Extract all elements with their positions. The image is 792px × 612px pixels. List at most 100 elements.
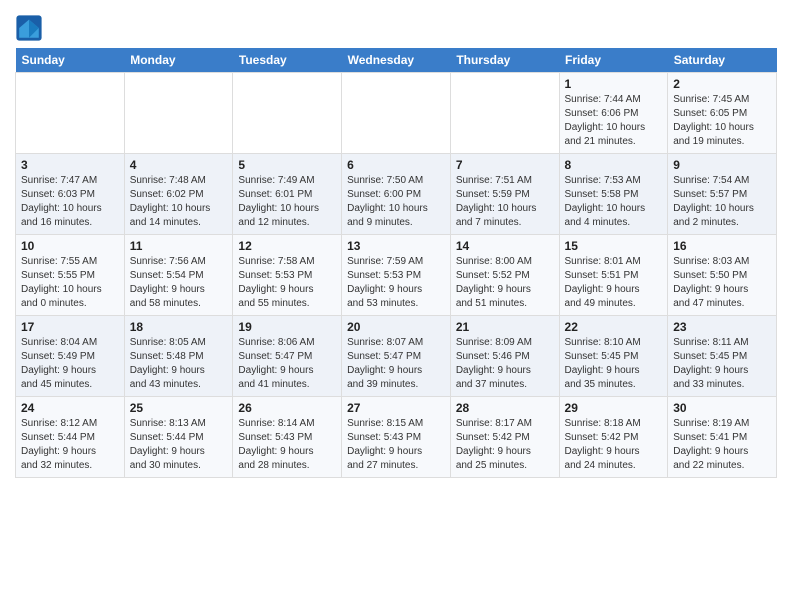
day-number: 17 [21, 320, 119, 334]
weekday-header-friday: Friday [559, 48, 668, 73]
day-number: 26 [238, 401, 336, 415]
day-info: Sunrise: 7:44 AM Sunset: 6:06 PM Dayligh… [565, 93, 663, 149]
calendar-cell: 29 Sunrise: 8:18 AM Sunset: 5:42 PM Dayli… [559, 397, 668, 478]
day-info: Sunrise: 7:59 AM Sunset: 5:53 PM Dayligh… [347, 255, 445, 311]
weekday-header-tuesday: Tuesday [233, 48, 342, 73]
calendar-cell: 14 Sunrise: 8:00 AM Sunset: 5:52 PM Dayli… [450, 235, 559, 316]
calendar-cell: 4 Sunrise: 7:48 AM Sunset: 6:02 PM Daylig… [124, 154, 233, 235]
calendar-cell: 16 Sunrise: 8:03 AM Sunset: 5:50 PM Dayli… [668, 235, 777, 316]
day-info: Sunrise: 8:07 AM Sunset: 5:47 PM Dayligh… [347, 336, 445, 392]
day-number: 10 [21, 239, 119, 253]
calendar-cell: 23 Sunrise: 8:11 AM Sunset: 5:45 PM Dayli… [668, 316, 777, 397]
calendar-week-row: 3 Sunrise: 7:47 AM Sunset: 6:03 PM Daylig… [16, 154, 777, 235]
calendar-cell: 28 Sunrise: 8:17 AM Sunset: 5:42 PM Dayli… [450, 397, 559, 478]
day-info: Sunrise: 7:45 AM Sunset: 6:05 PM Dayligh… [673, 93, 771, 149]
calendar-cell: 20 Sunrise: 8:07 AM Sunset: 5:47 PM Dayli… [342, 316, 451, 397]
day-info: Sunrise: 8:11 AM Sunset: 5:45 PM Dayligh… [673, 336, 771, 392]
day-number: 9 [673, 158, 771, 172]
day-number: 15 [565, 239, 663, 253]
calendar-cell: 8 Sunrise: 7:53 AM Sunset: 5:58 PM Daylig… [559, 154, 668, 235]
calendar-cell: 6 Sunrise: 7:50 AM Sunset: 6:00 PM Daylig… [342, 154, 451, 235]
day-number: 24 [21, 401, 119, 415]
day-number: 13 [347, 239, 445, 253]
calendar-cell: 18 Sunrise: 8:05 AM Sunset: 5:48 PM Dayli… [124, 316, 233, 397]
calendar-cell: 25 Sunrise: 8:13 AM Sunset: 5:44 PM Dayli… [124, 397, 233, 478]
calendar-week-row: 24 Sunrise: 8:12 AM Sunset: 5:44 PM Dayli… [16, 397, 777, 478]
calendar-cell: 17Sunrise: 8:04 AM Sunset: 5:49 PM Dayli… [16, 316, 125, 397]
day-info: Sunrise: 8:13 AM Sunset: 5:44 PM Dayligh… [130, 417, 228, 473]
day-info: Sunrise: 8:14 AM Sunset: 5:43 PM Dayligh… [238, 417, 336, 473]
calendar-cell: 1 Sunrise: 7:44 AM Sunset: 6:06 PM Daylig… [559, 73, 668, 154]
day-info: Sunrise: 8:05 AM Sunset: 5:48 PM Dayligh… [130, 336, 228, 392]
calendar-cell: 12Sunrise: 7:58 AM Sunset: 5:53 PM Dayli… [233, 235, 342, 316]
day-number: 14 [456, 239, 554, 253]
calendar-cell: 9 Sunrise: 7:54 AM Sunset: 5:57 PM Daylig… [668, 154, 777, 235]
day-info: Sunrise: 8:15 AM Sunset: 5:43 PM Dayligh… [347, 417, 445, 473]
day-number: 25 [130, 401, 228, 415]
day-info: Sunrise: 7:51 AM Sunset: 5:59 PM Dayligh… [456, 174, 554, 230]
weekday-header-saturday: Saturday [668, 48, 777, 73]
day-info: Sunrise: 7:48 AM Sunset: 6:02 PM Dayligh… [130, 174, 228, 230]
weekday-header-thursday: Thursday [450, 48, 559, 73]
day-number: 8 [565, 158, 663, 172]
day-info: Sunrise: 8:18 AM Sunset: 5:42 PM Dayligh… [565, 417, 663, 473]
calendar-cell: 26 Sunrise: 8:14 AM Sunset: 5:43 PM Dayli… [233, 397, 342, 478]
weekday-header-monday: Monday [124, 48, 233, 73]
day-info: Sunrise: 8:01 AM Sunset: 5:51 PM Dayligh… [565, 255, 663, 311]
day-number: 5 [238, 158, 336, 172]
day-number: 16 [673, 239, 771, 253]
weekday-header-wednesday: Wednesday [342, 48, 451, 73]
day-number: 20 [347, 320, 445, 334]
day-info: Sunrise: 8:03 AM Sunset: 5:50 PM Dayligh… [673, 255, 771, 311]
calendar-table: SundayMondayTuesdayWednesdayThursdayFrid… [15, 48, 777, 478]
day-info: Sunrise: 8:09 AM Sunset: 5:46 PM Dayligh… [456, 336, 554, 392]
day-number: 23 [673, 320, 771, 334]
calendar-cell: 13 Sunrise: 7:59 AM Sunset: 5:53 PM Dayli… [342, 235, 451, 316]
day-info: Sunrise: 7:58 AM Sunset: 5:53 PM Dayligh… [238, 255, 336, 311]
calendar-cell: 30Sunrise: 8:19 AM Sunset: 5:41 PM Dayli… [668, 397, 777, 478]
calendar-week-row: 1 Sunrise: 7:44 AM Sunset: 6:06 PM Daylig… [16, 73, 777, 154]
day-info: Sunrise: 8:06 AM Sunset: 5:47 PM Dayligh… [238, 336, 336, 392]
day-number: 27 [347, 401, 445, 415]
calendar-week-row: 10 Sunrise: 7:55 AM Sunset: 5:55 PM Dayli… [16, 235, 777, 316]
calendar-cell: 19 Sunrise: 8:06 AM Sunset: 5:47 PM Dayli… [233, 316, 342, 397]
calendar-cell: 22 Sunrise: 8:10 AM Sunset: 5:45 PM Dayli… [559, 316, 668, 397]
day-number: 21 [456, 320, 554, 334]
day-number: 29 [565, 401, 663, 415]
calendar-cell [342, 73, 451, 154]
day-info: Sunrise: 8:12 AM Sunset: 5:44 PM Dayligh… [21, 417, 119, 473]
day-info: Sunrise: 7:54 AM Sunset: 5:57 PM Dayligh… [673, 174, 771, 230]
calendar-cell: 10 Sunrise: 7:55 AM Sunset: 5:55 PM Dayli… [16, 235, 125, 316]
day-info: Sunrise: 8:10 AM Sunset: 5:45 PM Dayligh… [565, 336, 663, 392]
day-info: Sunrise: 8:19 AM Sunset: 5:41 PM Dayligh… [673, 417, 771, 473]
day-info: Sunrise: 8:17 AM Sunset: 5:42 PM Dayligh… [456, 417, 554, 473]
calendar-cell [450, 73, 559, 154]
day-info: Sunrise: 7:50 AM Sunset: 6:00 PM Dayligh… [347, 174, 445, 230]
logo-icon [15, 14, 43, 42]
day-number: 4 [130, 158, 228, 172]
day-number: 7 [456, 158, 554, 172]
calendar-cell: 11 Sunrise: 7:56 AM Sunset: 5:54 PM Dayli… [124, 235, 233, 316]
day-info: Sunrise: 7:47 AM Sunset: 6:03 PM Dayligh… [21, 174, 119, 230]
day-number: 22 [565, 320, 663, 334]
day-number: 11 [130, 239, 228, 253]
day-number: 18 [130, 320, 228, 334]
day-number: 28 [456, 401, 554, 415]
weekday-header-sunday: Sunday [16, 48, 125, 73]
day-info: Sunrise: 7:49 AM Sunset: 6:01 PM Dayligh… [238, 174, 336, 230]
day-number: 6 [347, 158, 445, 172]
day-info: Sunrise: 7:53 AM Sunset: 5:58 PM Dayligh… [565, 174, 663, 230]
calendar-cell: 2Sunrise: 7:45 AM Sunset: 6:05 PM Daylig… [668, 73, 777, 154]
day-number: 1 [565, 77, 663, 91]
header [15, 10, 777, 42]
logo [15, 14, 47, 42]
calendar-cell: 7 Sunrise: 7:51 AM Sunset: 5:59 PM Daylig… [450, 154, 559, 235]
day-number: 3 [21, 158, 119, 172]
day-number: 19 [238, 320, 336, 334]
day-info: Sunrise: 7:55 AM Sunset: 5:55 PM Dayligh… [21, 255, 119, 311]
calendar-cell: 27 Sunrise: 8:15 AM Sunset: 5:43 PM Dayli… [342, 397, 451, 478]
calendar-cell: 24 Sunrise: 8:12 AM Sunset: 5:44 PM Dayli… [16, 397, 125, 478]
calendar-cell [233, 73, 342, 154]
day-info: Sunrise: 7:56 AM Sunset: 5:54 PM Dayligh… [130, 255, 228, 311]
day-info: Sunrise: 8:00 AM Sunset: 5:52 PM Dayligh… [456, 255, 554, 311]
